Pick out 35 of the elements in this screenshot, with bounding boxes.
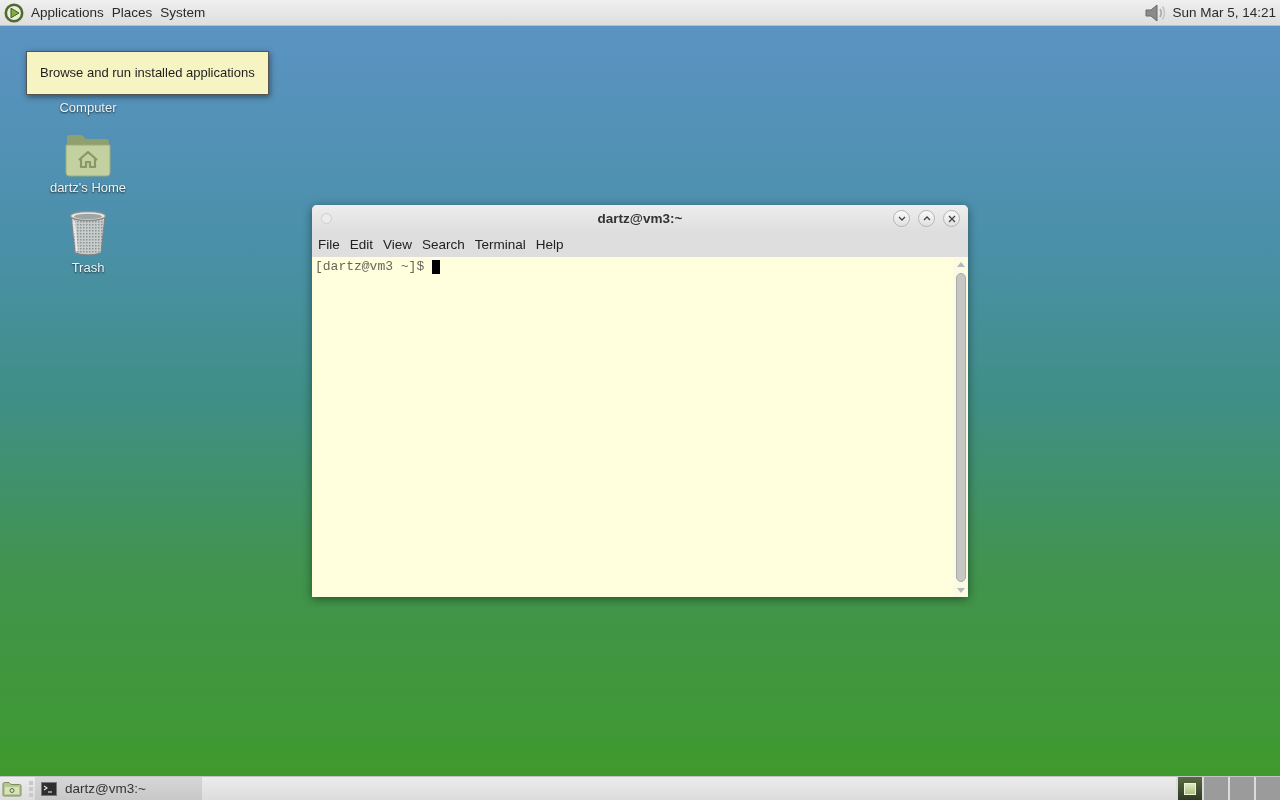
menu-item[interactable]: Edit (344, 235, 379, 254)
text-cursor (432, 259, 441, 274)
window-title: dartz@vm3:~ (597, 211, 683, 226)
terminal-prompt: [dartz@vm3 ~]$ (315, 259, 425, 274)
menu-item[interactable]: Terminal (469, 235, 531, 254)
title-bar[interactable]: dartz@vm3:~ (312, 205, 968, 232)
scroll-up-arrow-icon[interactable] (956, 262, 965, 267)
scroll-down-arrow-icon[interactable] (956, 588, 965, 593)
chevron-down-icon (897, 216, 906, 221)
panel-menu[interactable]: Places (108, 3, 156, 22)
panel-menu[interactable]: Applications (28, 3, 107, 22)
trash-can-icon[interactable] (68, 209, 108, 257)
maximize-button[interactable] (918, 210, 935, 227)
close-icon (947, 214, 956, 223)
menu-item[interactable]: Search (417, 235, 470, 254)
workspace-button[interactable] (1176, 777, 1202, 800)
speaker-icon[interactable] (1143, 1, 1168, 24)
panel-menu[interactable]: System (157, 3, 209, 22)
scrollbar[interactable] (953, 257, 968, 597)
scrollbar-thumb[interactable] (955, 273, 966, 582)
menu-item[interactable]: Help (530, 235, 569, 254)
terminal-icon (41, 781, 57, 796)
chevron-up-icon (922, 216, 931, 221)
menu-item[interactable]: View (378, 235, 418, 254)
minimize-button[interactable] (893, 210, 910, 227)
terminal-area[interactable]: [dartz@vm3 ~]$ (312, 257, 953, 597)
tooltip: Browse and run installed applications (26, 51, 269, 95)
play-circle-icon[interactable] (4, 2, 24, 23)
home-folder-icon[interactable] (65, 133, 111, 177)
clock[interactable]: Sun Mar 5, 14:21 (1172, 5, 1276, 20)
close-button[interactable] (943, 210, 960, 227)
window-menu-button[interactable] (321, 213, 332, 224)
taskbar-button[interactable]: dartz@vm3:~ (35, 777, 202, 800)
menu-item[interactable]: File (313, 235, 345, 254)
show-desktop-icon[interactable] (2, 780, 22, 797)
